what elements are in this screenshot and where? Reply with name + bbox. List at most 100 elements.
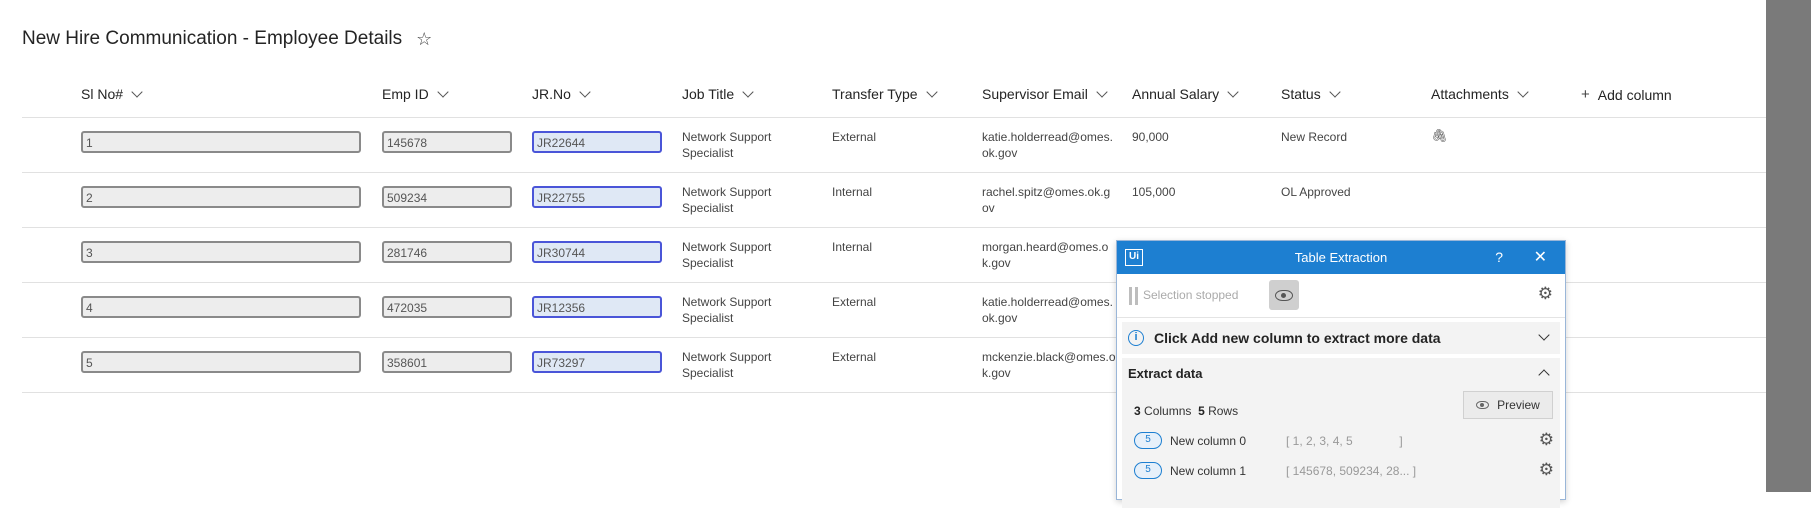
attachment-icon[interactable]: 🖇 xyxy=(1431,128,1448,144)
job-title-cell: Network Support Specialist xyxy=(682,184,771,216)
uipath-logo-icon: Ui xyxy=(1125,249,1143,266)
columns-label: Columns xyxy=(1144,404,1192,418)
email-line: k.gov xyxy=(982,366,1011,380)
close-icon[interactable]: ✕ xyxy=(1534,247,1547,267)
emp-id-field[interactable]: 281746 xyxy=(382,241,512,263)
job-title-cell: Network Support Specialist xyxy=(682,129,771,161)
column-header-status[interactable]: Status xyxy=(1281,86,1341,102)
job-title-line: Network Support xyxy=(682,130,772,144)
extracted-column-name: New column 1 xyxy=(1170,464,1247,478)
selection-status: Selection stopped xyxy=(1143,288,1239,302)
info-message: Click Add new column to extract more dat… xyxy=(1154,330,1441,346)
emp-id-field[interactable]: 145678 xyxy=(382,131,512,153)
highlight-toggle-button[interactable] xyxy=(1269,280,1299,310)
transfer-type-cell: Internal xyxy=(832,185,873,199)
emp-id-field[interactable]: 358601 xyxy=(382,351,512,373)
sl-no-field[interactable]: 4 xyxy=(81,296,361,318)
chevron-down-icon xyxy=(131,86,143,98)
table-extraction-panel: Ui Table Extraction ? ✕ Selection stoppe… xyxy=(1116,240,1566,508)
supervisor-email-cell: katie.holderread@omes. ok.gov xyxy=(982,129,1113,161)
column-header-label: Sl No# xyxy=(81,86,124,102)
page-title-text: New Hire Communication - Employee Detail… xyxy=(22,28,403,49)
add-column-button[interactable]: + Add column xyxy=(1581,86,1672,103)
sl-no-field[interactable]: 3 xyxy=(81,241,361,263)
job-title-line: Specialist xyxy=(682,256,734,270)
preview-button[interactable]: Preview xyxy=(1463,391,1553,419)
column-header-label: Annual Salary xyxy=(1132,86,1220,102)
sl-no-field[interactable]: 5 xyxy=(81,351,361,373)
chevron-down-icon xyxy=(1227,86,1239,98)
jr-no-field[interactable]: JR73297 xyxy=(532,351,662,373)
panel-title-bar[interactable]: Ui Table Extraction ? ✕ xyxy=(1117,241,1565,274)
column-header-label: Transfer Type xyxy=(832,86,918,102)
settings-gear-icon[interactable]: ⚙ xyxy=(1538,284,1553,304)
supervisor-email-cell: morgan.heard@omes.o k.gov xyxy=(982,239,1108,271)
row-count-badge: 5 xyxy=(1134,432,1162,449)
job-title-line: Network Support xyxy=(682,295,772,309)
status-cell: New Record xyxy=(1281,130,1348,144)
column-header-emp-id[interactable]: Emp ID xyxy=(382,86,449,102)
extract-data-section: Extract data 3 Columns 5 Rows Preview 5 … xyxy=(1122,358,1560,508)
extracted-column-item[interactable]: 5 New column 0 [ 1, 2, 3, 4, 5 ] ⚙ xyxy=(1134,430,1560,452)
column-header-job-title[interactable]: Job Title xyxy=(682,86,754,102)
chevron-down-icon xyxy=(925,86,938,98)
page-title: New Hire Communication - Employee Detail… xyxy=(22,28,432,50)
email-line: ok.gov xyxy=(982,146,1018,160)
column-header-supervisor-email[interactable]: Supervisor Email xyxy=(982,86,1108,102)
column-header-attachments[interactable]: Attachments xyxy=(1431,86,1529,102)
sl-no-field[interactable]: 2 xyxy=(81,186,361,208)
email-line: katie.holderread@omes. xyxy=(982,295,1113,309)
job-title-line: Specialist xyxy=(682,311,734,325)
column-header-label: Emp ID xyxy=(382,86,429,102)
annual-salary-cell: 90,000 xyxy=(1132,130,1169,144)
emp-id-field[interactable]: 472035 xyxy=(382,296,512,318)
email-line: k.gov xyxy=(982,256,1011,270)
pause-icon[interactable] xyxy=(1129,287,1138,305)
email-line: ok.gov xyxy=(982,311,1018,325)
star-icon[interactable]: ☆ xyxy=(416,29,432,50)
chevron-down-icon xyxy=(1517,86,1529,98)
job-title-line: Network Support xyxy=(682,350,772,364)
extracted-column-name: New column 0 xyxy=(1170,434,1247,448)
email-line: ov xyxy=(982,201,995,215)
jr-no-field[interactable]: JR22755 xyxy=(532,186,662,208)
extracted-column-item[interactable]: 5 New column 1 [ 145678, 509234, 28... ]… xyxy=(1134,460,1560,482)
column-settings-gear-icon[interactable]: ⚙ xyxy=(1539,430,1554,450)
eye-icon xyxy=(1275,289,1293,301)
column-header-label: Attachments xyxy=(1431,86,1509,102)
extracted-column-values: [ 1, 2, 3, 4, 5 ] xyxy=(1286,434,1403,448)
column-settings-gear-icon[interactable]: ⚙ xyxy=(1539,460,1554,480)
supervisor-email-cell: rachel.spitz@omes.ok.g ov xyxy=(982,184,1110,216)
chevron-up-icon[interactable] xyxy=(1538,369,1550,381)
column-header-sl-no[interactable]: Sl No# xyxy=(81,86,143,102)
job-title-line: Network Support xyxy=(682,240,772,254)
column-header-annual-salary[interactable]: Annual Salary xyxy=(1132,86,1239,102)
annual-salary-cell: 105,000 xyxy=(1132,185,1176,199)
chevron-down-icon[interactable] xyxy=(1538,329,1550,341)
job-title-cell: Network Support Specialist xyxy=(682,349,771,381)
transfer-type-cell: External xyxy=(832,350,877,364)
chevron-down-icon xyxy=(437,86,449,98)
email-line: rachel.spitz@omes.ok.g xyxy=(982,185,1111,199)
transfer-type-cell: External xyxy=(832,130,877,144)
info-banner[interactable]: i Click Add new column to extract more d… xyxy=(1122,322,1560,354)
table-row[interactable]: 1 145678 JR22644 Network Support Speciali… xyxy=(22,118,1766,173)
emp-id-field[interactable]: 509234 xyxy=(382,186,512,208)
jr-no-field[interactable]: JR30744 xyxy=(532,241,662,263)
panel-toolbar: Selection stopped ⚙ xyxy=(1117,274,1565,318)
email-line: mckenzie.black@omes.o xyxy=(982,350,1116,364)
add-column-label: Add column xyxy=(1597,86,1672,103)
column-header-transfer-type[interactable]: Transfer Type xyxy=(832,86,938,102)
chevron-down-icon xyxy=(1329,86,1341,98)
jr-no-field[interactable]: JR12356 xyxy=(532,296,662,318)
sl-no-field[interactable]: 1 xyxy=(81,131,361,153)
column-header-label: JR.No xyxy=(532,86,571,102)
column-header-jr-no[interactable]: JR.No xyxy=(532,86,591,102)
plus-icon: + xyxy=(1581,86,1590,103)
chevron-down-icon xyxy=(742,86,754,98)
table-header: Sl No# Emp ID JR.No Job Title Transfer T… xyxy=(22,80,1766,118)
help-icon[interactable]: ? xyxy=(1495,249,1503,265)
supervisor-email-cell: katie.holderread@omes. ok.gov xyxy=(982,294,1113,326)
jr-no-field[interactable]: JR22644 xyxy=(532,131,662,153)
table-row[interactable]: 2 509234 JR22755 Network Support Speciali… xyxy=(22,173,1766,228)
